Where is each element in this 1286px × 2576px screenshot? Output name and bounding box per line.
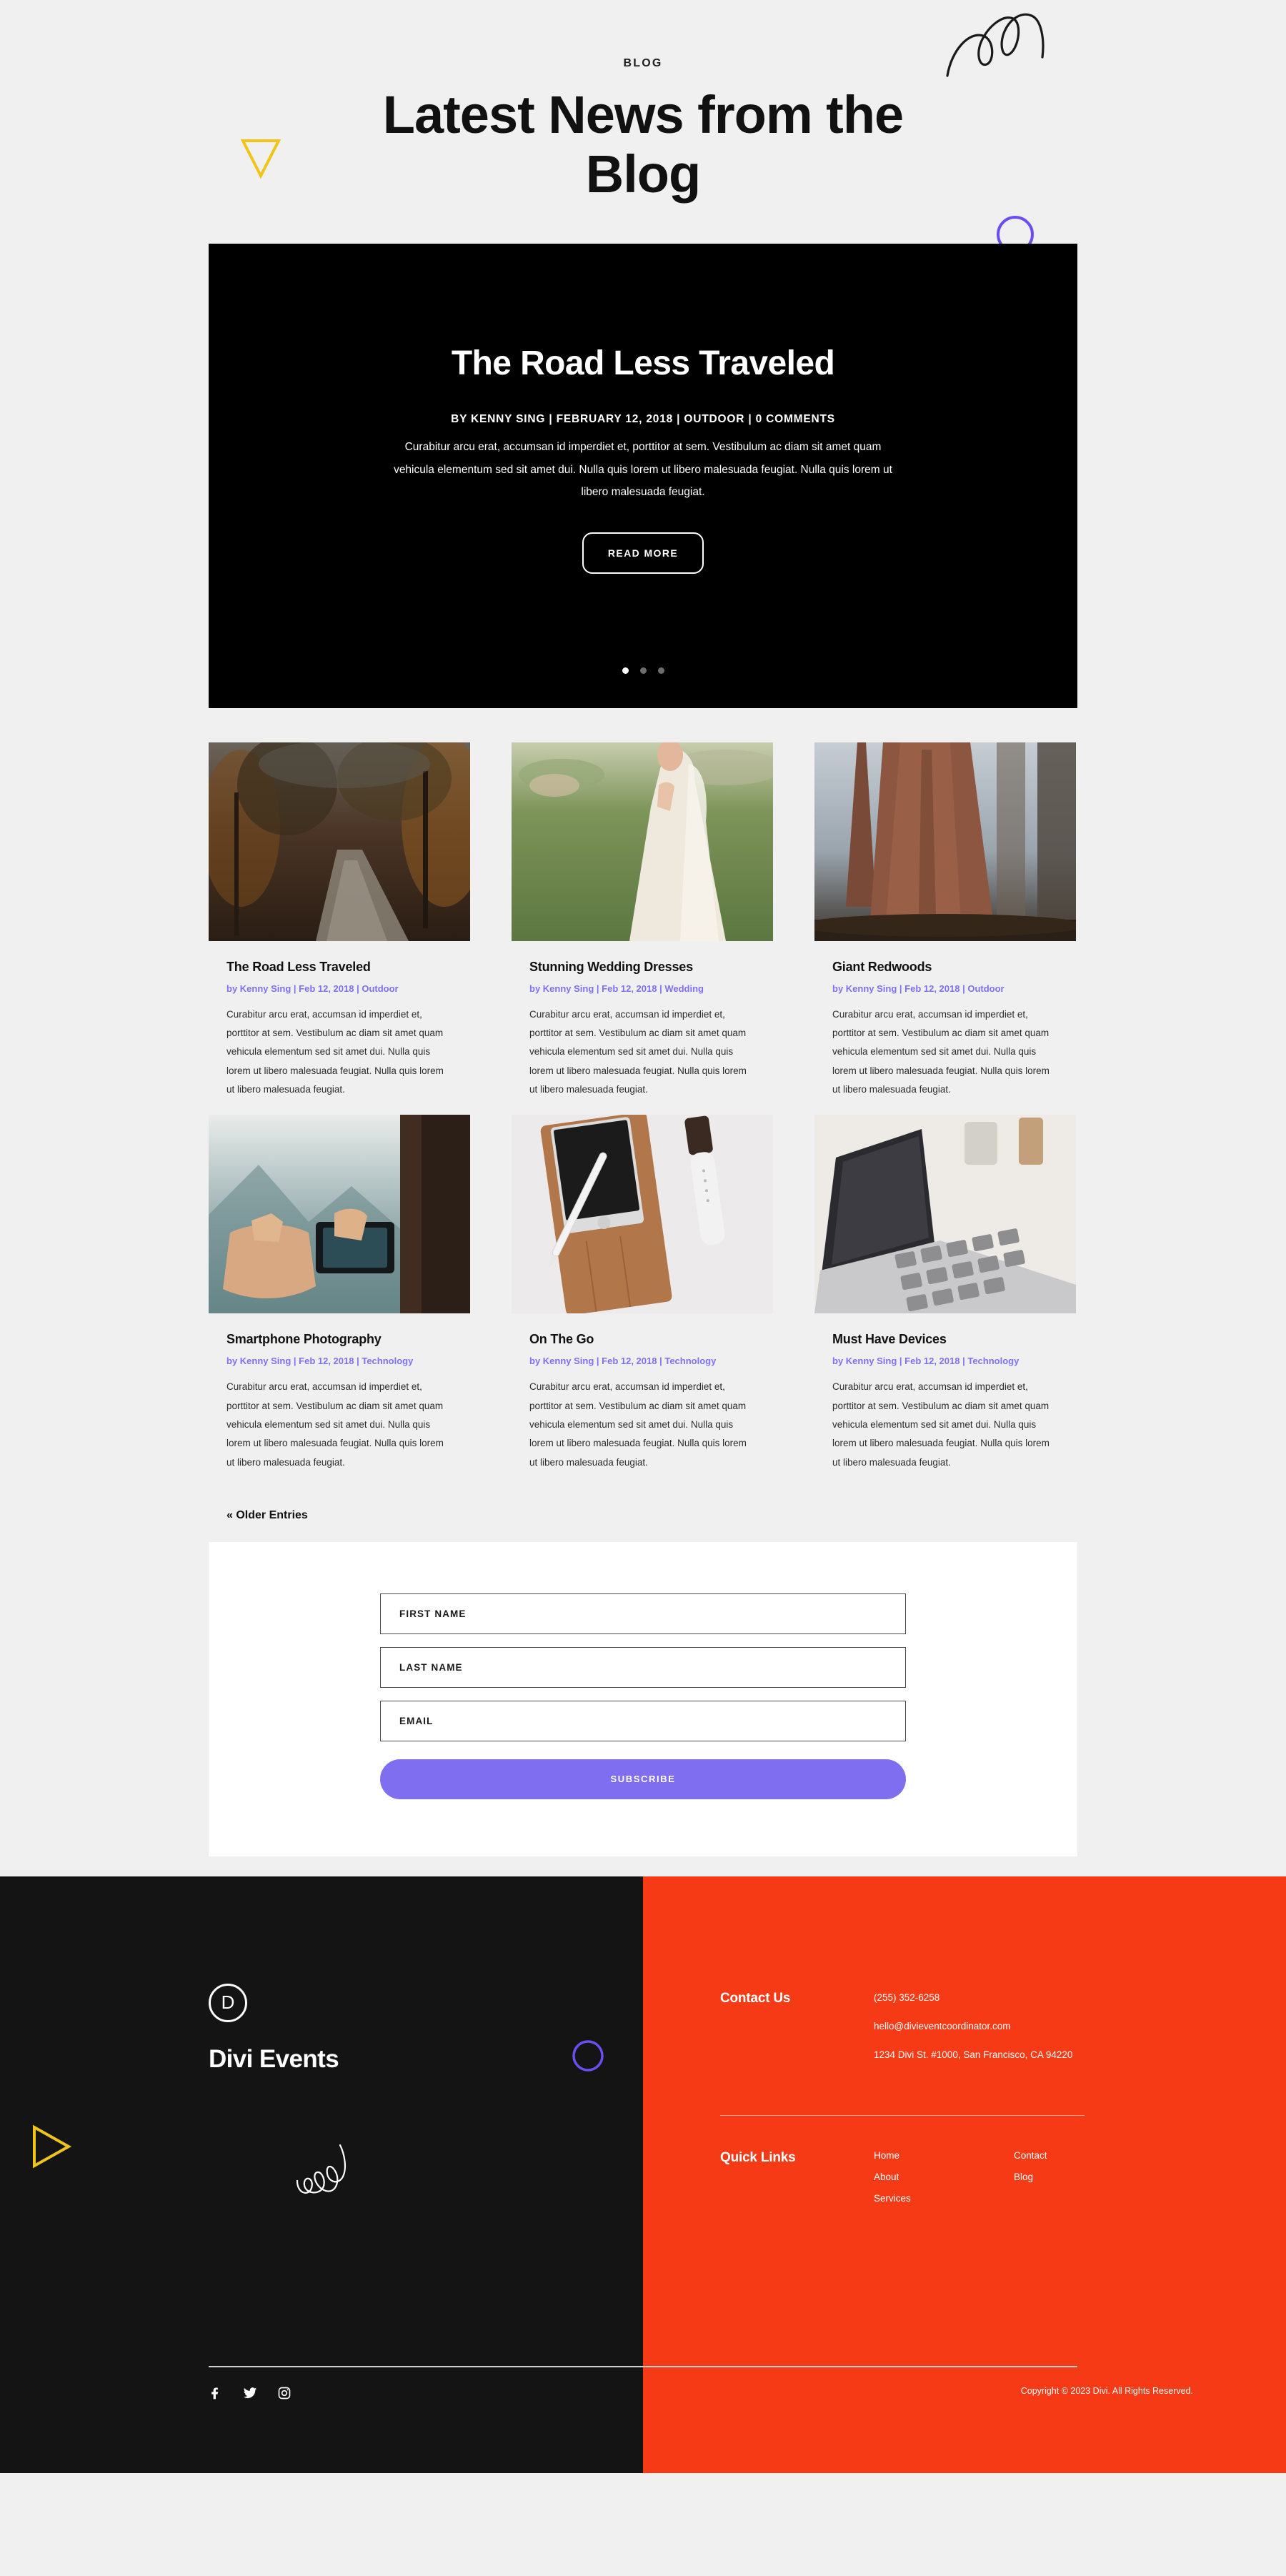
blog-card-excerpt: Curabitur arcu erat, accumsan id imperdi… [226, 1381, 444, 1468]
blog-card-body: Smartphone Photography by Kenny Sing | F… [209, 1313, 470, 1472]
blog-card[interactable]: Stunning Wedding Dresses by Kenny Sing |… [512, 742, 773, 1100]
slide-title: The Road Less Traveled [451, 344, 835, 382]
slide-excerpt: Curabitur arcu erat, accumsan id imperdi… [394, 440, 892, 499]
blog-card[interactable]: On The Go by Kenny Sing | Feb 12, 2018 |… [512, 1115, 773, 1472]
blog-card[interactable]: Giant Redwoods by Kenny Sing | Feb 12, 2… [814, 742, 1076, 1100]
footer-bottom-divider [209, 2365, 1077, 2367]
blog-card-meta: by Kenny Sing | Feb 12, 2018 | Wedding [529, 983, 704, 994]
blog-card-title[interactable]: Giant Redwoods [832, 960, 1058, 975]
blog-card-excerpt: Curabitur arcu erat, accumsan id imperdi… [832, 1381, 1050, 1468]
blog-card[interactable]: Smartphone Photography by Kenny Sing | F… [209, 1115, 470, 1472]
blog-card-excerpt: Curabitur arcu erat, accumsan id imperdi… [529, 1008, 747, 1095]
blog-card-body: Must Have Devices by Kenny Sing | Feb 12… [814, 1313, 1076, 1472]
facebook-icon[interactable] [209, 2386, 223, 2404]
quick-link-home[interactable]: Home [874, 2150, 1014, 2161]
laptop-keyboard-desk-photo[interactable] [814, 1115, 1076, 1314]
blog-card[interactable]: Must Have Devices by Kenny Sing | Feb 12… [814, 1115, 1076, 1472]
blog-card-excerpt: Curabitur arcu erat, accumsan id imperdi… [226, 1008, 444, 1095]
blog-card-meta: by Kenny Sing | Feb 12, 2018 | Outdoor [226, 983, 399, 994]
autumn-forest-road-photo[interactable] [209, 742, 470, 941]
contact-details: (255) 352-6258 hello@divieventcoordinato… [874, 1991, 1160, 2077]
blog-card-title[interactable]: Must Have Devices [832, 1332, 1058, 1347]
copyright-area: Copyright © 2023 Divi. All Rights Reserv… [643, 2345, 1286, 2473]
quick-links-column-2: Contact Blog [1014, 2150, 1154, 2214]
blog-card-body: On The Go by Kenny Sing | Feb 12, 2018 |… [512, 1313, 773, 1472]
email-input[interactable] [380, 1700, 906, 1741]
brand-name: Divi Events [209, 2044, 339, 2073]
contact-email[interactable]: hello@divieventcoordinator.com [874, 2019, 1160, 2034]
squiggle-decoration-icon [294, 2141, 350, 2202]
slide-meta: BY KENNY SING | FEBRUARY 12, 2018 | OUTD… [451, 412, 835, 425]
triangle-right-decoration-icon [29, 2123, 73, 2174]
subscribe-button[interactable]: SUBSCRIBE [380, 1759, 906, 1799]
bride-in-wedding-dress-photo[interactable] [512, 742, 773, 941]
quick-link-about[interactable]: About [874, 2172, 1014, 2182]
quick-links-heading: Quick Links [720, 2149, 796, 2165]
blog-card-body: The Road Less Traveled by Kenny Sing | F… [209, 941, 470, 1100]
blog-card-meta: by Kenny Sing | Feb 12, 2018 | Technolog… [832, 1356, 1020, 1367]
hands-holding-phone-mountain-photo[interactable] [209, 1115, 470, 1314]
subscribe-card: SUBSCRIBE [209, 1541, 1077, 1856]
featured-post-slider: The Road Less Traveled BY KENNY SING | F… [209, 243, 1077, 708]
slider-dots [209, 667, 1077, 674]
blog-row-1: The Road Less Traveled by Kenny Sing | F… [209, 742, 1077, 1100]
blog-card-excerpt: Curabitur arcu erat, accumsan id imperdi… [832, 1008, 1050, 1095]
page-title: Latest News from the Blog [382, 85, 904, 204]
blog-grid: The Road Less Traveled by Kenny Sing | F… [209, 707, 1077, 1522]
twitter-icon[interactable] [243, 2386, 257, 2404]
quick-link-blog[interactable]: Blog [1014, 2172, 1154, 2182]
blog-card-meta: by Kenny Sing | Feb 12, 2018 | Technolog… [529, 1356, 717, 1367]
copyright-text: Copyright © 2023 Divi. All Rights Reserv… [1020, 2385, 1193, 2396]
quick-links-column-1: Home About Services [874, 2150, 1014, 2214]
triangle-down-decoration-icon [239, 136, 282, 184]
page-eyebrow: BLOG [623, 57, 663, 69]
contact-heading: Contact Us [720, 1990, 791, 2006]
social-links [0, 2345, 643, 2473]
subscribe-section: SUBSCRIBE [0, 1521, 1286, 1856]
slider-dot-1[interactable] [622, 667, 629, 674]
blog-card-excerpt: Curabitur arcu erat, accumsan id imperdi… [529, 1381, 747, 1468]
blog-card-body: Stunning Wedding Dresses by Kenny Sing |… [512, 941, 773, 1100]
contact-phone[interactable]: (255) 352-6258 [874, 1991, 1160, 2006]
blog-card-title[interactable]: On The Go [529, 1332, 755, 1347]
older-entries-link[interactable]: « Older Entries [209, 1488, 326, 1522]
squiggle-decoration-icon [942, 3, 1070, 85]
slider-dot-3[interactable] [657, 667, 664, 674]
blog-card-body: Giant Redwoods by Kenny Sing | Feb 12, 2… [814, 941, 1076, 1100]
divi-logo-icon: D [209, 1983, 247, 2022]
first-name-input[interactable] [380, 1593, 906, 1634]
quick-links-block: Quick Links Home About Services Contact … [720, 2150, 1286, 2214]
footer-divider [720, 2114, 1085, 2116]
contact-address: 1234 Divi St. #1000, San Francisco, CA 9… [874, 2049, 1073, 2060]
hero-section: BLOG Latest News from the Blog The Road … [0, 0, 1286, 708]
instagram-icon[interactable] [277, 2386, 291, 2404]
quick-link-services[interactable]: Services [874, 2193, 1014, 2204]
tablet-stylus-leather-case-photo[interactable] [512, 1115, 773, 1314]
blog-card-title[interactable]: Smartphone Photography [226, 1332, 452, 1347]
blog-card-meta: by Kenny Sing | Feb 12, 2018 | Technolog… [226, 1356, 414, 1367]
footer-bottom-bar: Copyright © 2023 Divi. All Rights Reserv… [0, 2345, 1286, 2473]
last-name-input[interactable] [380, 1646, 906, 1688]
quick-links-heading-col: Quick Links [720, 2150, 874, 2214]
quick-link-contact[interactable]: Contact [1014, 2150, 1154, 2161]
site-footer: D Divi Events Contact Us (255) 352-6258 [0, 1876, 1286, 2473]
contact-block: Contact Us (255) 352-6258 hello@divieven… [720, 1991, 1286, 2077]
blog-card-title[interactable]: The Road Less Traveled [226, 960, 452, 975]
blog-row-2: Smartphone Photography by Kenny Sing | F… [209, 1115, 1077, 1472]
read-more-button[interactable]: READ MORE [582, 532, 704, 575]
blog-card-title[interactable]: Stunning Wedding Dresses [529, 960, 755, 975]
slider-dot-2[interactable] [639, 667, 647, 674]
blog-card-meta: by Kenny Sing | Feb 12, 2018 | Outdoor [832, 983, 1005, 994]
blog-card[interactable]: The Road Less Traveled by Kenny Sing | F… [209, 742, 470, 1100]
contact-heading-col: Contact Us [720, 1991, 874, 2077]
giant-redwood-trees-photo[interactable] [814, 742, 1076, 941]
social-row [209, 2386, 643, 2404]
